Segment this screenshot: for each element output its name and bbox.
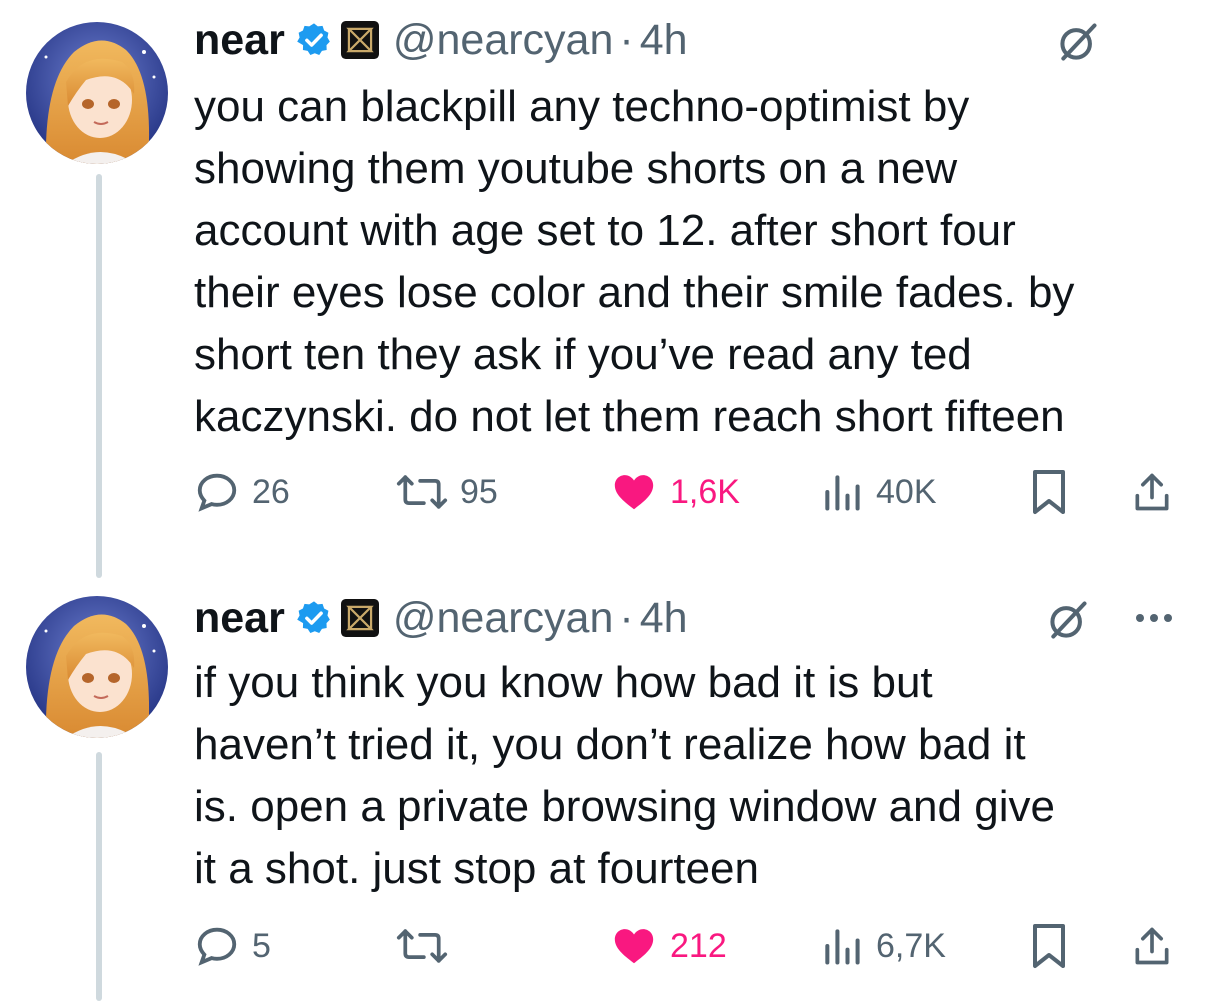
like-button[interactable]: 1,6K [610,466,740,518]
bookmark-button[interactable] [1028,466,1070,518]
timestamp[interactable]: 4h [640,16,688,65]
tweet-actions: 26 95 1,6K 40K [194,466,1178,518]
handle[interactable]: @nearcyan [393,16,614,65]
share-icon [1135,473,1169,511]
views-count: 6,7K [876,926,946,965]
tweet-header: near @nearcyan · 4h [194,10,688,70]
like-button[interactable]: 212 [610,920,727,972]
tweet-actions: 5 212 6,7K [194,920,1178,972]
avatar[interactable] [26,596,168,738]
tweet-text: you can blackpill any techno-optimist by… [194,82,1075,441]
views-count: 40K [876,472,937,511]
views-icon [825,475,860,511]
views-button[interactable]: 6,7K [820,920,946,972]
share-button[interactable] [1130,466,1174,518]
thread-line [96,174,102,578]
timestamp[interactable]: 4h [640,594,688,643]
reply-button[interactable]: 5 [194,920,271,972]
reply-icon [197,473,237,512]
bookmark-icon [1033,924,1065,968]
more-options-icon[interactable] [1134,612,1174,624]
retweet-button[interactable]: 95 [396,466,498,518]
views-button[interactable]: 40K [820,466,937,518]
tweet-header: near @nearcyan · 4h [194,588,688,648]
avatar[interactable] [26,22,168,164]
share-button[interactable] [1130,920,1174,972]
heart-icon [614,929,654,964]
verified-badge-icon [297,601,330,634]
grok-icon[interactable] [1056,20,1100,64]
retweet-icon [396,475,448,509]
retweet-button[interactable] [396,920,460,972]
reply-button[interactable]: 26 [194,466,290,518]
company-badge-icon[interactable] [340,599,379,637]
handle[interactable]: @nearcyan [393,594,614,643]
bookmark-button[interactable] [1028,920,1070,972]
bookmark-icon [1033,470,1065,514]
views-icon [825,929,860,965]
share-icon [1135,927,1169,965]
tweet-text: if you think you know how bad it is but … [194,658,1055,893]
like-count: 212 [670,926,727,965]
like-count: 1,6K [670,472,740,511]
separator-dot: · [619,593,634,642]
company-badge-icon[interactable] [340,21,379,59]
display-name[interactable]: near [194,16,285,65]
reply-icon [197,927,237,966]
verified-badge-icon [297,23,330,56]
retweet-icon [396,929,448,963]
grok-icon[interactable] [1046,598,1090,642]
heart-icon [614,475,654,510]
separator-dot: · [619,15,634,64]
reply-count: 5 [252,926,271,965]
display-name[interactable]: near [194,594,285,643]
retweet-count: 95 [460,472,498,511]
reply-count: 26 [252,472,290,511]
thread-line [96,752,102,1001]
